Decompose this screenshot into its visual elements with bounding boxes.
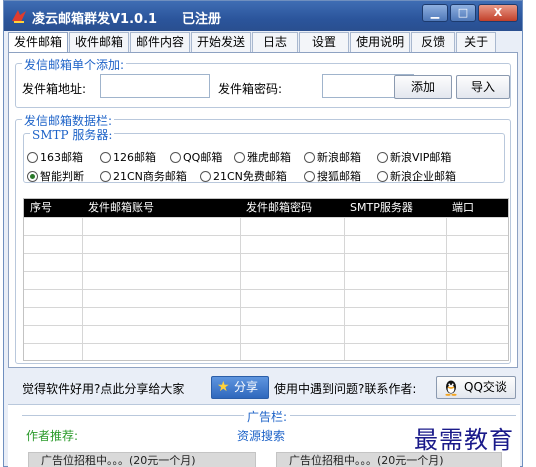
smtp-option-sina-vip[interactable]: 新浪VIP邮箱 <box>377 149 451 165</box>
ad-title: 广告栏: <box>244 408 291 425</box>
radio-button-qq[interactable] <box>170 151 181 163</box>
share-button[interactable]: ★ 分享 <box>211 376 269 399</box>
resource-search-link[interactable]: 资源搜索 <box>237 427 285 444</box>
qq-penguin-icon <box>445 380 457 396</box>
smtp-option-label: 21CN免费邮箱 <box>213 170 287 183</box>
column-divider <box>240 217 241 360</box>
smtp-option-sina[interactable]: 新浪邮箱 <box>304 149 361 165</box>
smtp-option-label: 雅虎邮箱 <box>247 151 291 164</box>
smtp-option-label: 搜狐邮箱 <box>317 170 361 183</box>
qq-chat-label: QQ交谈 <box>464 380 507 394</box>
contact-author-prompt: 使用中遇到问题?联系作者: <box>274 382 417 396</box>
smtp-option-126[interactable]: 126邮箱 <box>100 149 156 165</box>
radio-button-sina-enterprise[interactable] <box>377 170 388 182</box>
column-header-port[interactable]: 端口 <box>446 199 508 217</box>
single-add-legend: 发信邮箱单个添加: <box>22 56 127 73</box>
app-title: 凌云邮箱群发V1.0.1 <box>32 12 158 27</box>
tab-feedback[interactable]: 反馈 <box>411 32 456 52</box>
tab-log[interactable]: 日志 <box>252 32 299 52</box>
tab-bar: 发件邮箱 收件邮箱 邮件内容 开始发送 日志 设置 使用说明 反馈 关于 <box>8 32 497 53</box>
tab-recipient-mailbox[interactable]: 收件邮箱 <box>69 32 130 52</box>
smtp-option-21cn-free[interactable]: 21CN免费邮箱 <box>200 168 287 184</box>
tab-settings[interactable]: 设置 <box>299 32 350 52</box>
column-divider <box>82 217 83 360</box>
smtp-option-163[interactable]: 163邮箱 <box>27 149 83 165</box>
tab-about[interactable]: 关于 <box>456 32 497 52</box>
qq-chat-button[interactable]: QQ交谈 <box>436 376 516 399</box>
title-bar[interactable]: 凌云邮箱群发V1.0.1 已注册 ▁ □ X <box>4 1 522 31</box>
radio-button-auto-detect[interactable] <box>27 170 38 182</box>
column-divider <box>446 217 447 360</box>
app-window: 凌云邮箱群发V1.0.1 已注册 ▁ □ X 发件邮箱 收件邮箱 邮件内容 开始… <box>3 0 523 467</box>
sender-address-label: 发件箱地址: <box>22 82 87 96</box>
smtp-option-label: 新浪VIP邮箱 <box>390 151 452 164</box>
radio-button-21cn-free[interactable] <box>200 170 211 182</box>
close-button[interactable]: X <box>478 4 518 22</box>
radio-button-163[interactable] <box>27 151 38 163</box>
smtp-option-label: 智能判断 <box>40 170 84 183</box>
sender-mailbox-table[interactable]: 序号 发件邮箱账号 发件邮箱密码 SMTP服务器 端口 <box>23 198 509 361</box>
column-header-password[interactable]: 发件邮箱密码 <box>240 199 344 217</box>
smtp-option-sina-enterprise[interactable]: 新浪企业邮箱 <box>377 168 456 184</box>
sender-password-label: 发件箱密码: <box>218 82 283 96</box>
maximize-button[interactable]: □ <box>450 4 476 22</box>
smtp-server-legend: SMTP 服务器: <box>30 126 115 143</box>
tab-sender-mailbox[interactable]: 发件邮箱 <box>8 32 69 53</box>
ad-slot[interactable]: 广告位招租中。。。(20元一个月) <box>28 452 256 467</box>
tab-content-panel: 发信邮箱单个添加: 发件箱地址: 发件箱密码: 添加 导入 发信邮箱数据栏: S… <box>8 52 518 368</box>
sender-address-input[interactable] <box>100 74 210 98</box>
smtp-option-label: 新浪企业邮箱 <box>390 170 456 183</box>
tab-mail-content[interactable]: 邮件内容 <box>130 32 191 52</box>
radio-button-sina[interactable] <box>304 151 315 163</box>
share-button-label: 分享 <box>234 380 259 394</box>
star-icon: ★ <box>217 379 230 395</box>
column-header-smtp[interactable]: SMTP服务器 <box>344 199 446 217</box>
smtp-option-label: 126邮箱 <box>113 151 156 164</box>
radio-button-sohu[interactable] <box>304 170 315 182</box>
add-button[interactable]: 添加 <box>394 75 452 99</box>
radio-button-21cn-business[interactable] <box>100 170 111 182</box>
tab-instructions[interactable]: 使用说明 <box>350 32 411 52</box>
radio-button-sina-vip[interactable] <box>377 151 388 163</box>
radio-button-126[interactable] <box>100 151 111 163</box>
watermark-text: 最需教育 <box>414 426 514 454</box>
smtp-option-label: QQ邮箱 <box>183 151 223 164</box>
app-logo-icon <box>12 10 26 23</box>
radio-button-yahoo[interactable] <box>234 151 245 163</box>
smtp-option-qq[interactable]: QQ邮箱 <box>170 149 222 165</box>
smtp-option-label: 21CN商务邮箱 <box>113 170 187 183</box>
share-prompt: 觉得软件好用?点此分享给大家 <box>22 382 185 396</box>
smtp-option-auto-detect[interactable]: 智能判断 <box>27 168 84 184</box>
column-divider <box>344 217 345 360</box>
table-body[interactable] <box>24 217 508 360</box>
smtp-option-label: 新浪邮箱 <box>317 151 361 164</box>
import-button[interactable]: 导入 <box>456 75 510 99</box>
column-header-account[interactable]: 发件邮箱账号 <box>82 199 240 217</box>
smtp-option-label: 163邮箱 <box>40 151 83 164</box>
share-row: 觉得软件好用?点此分享给大家 ★ 分享 使用中遇到问题?联系作者: QQ交谈 <box>8 373 518 401</box>
smtp-option-yahoo[interactable]: 雅虎邮箱 <box>234 149 291 165</box>
registration-status: 已注册 <box>182 12 222 27</box>
smtp-option-sohu[interactable]: 搜狐邮箱 <box>304 168 361 184</box>
smtp-option-21cn-business[interactable]: 21CN商务邮箱 <box>100 168 187 184</box>
author-recommendation-link[interactable]: 作者推荐: <box>26 427 78 444</box>
single-add-group: 发信邮箱单个添加: 发件箱地址: 发件箱密码: 添加 导入 <box>15 56 511 108</box>
table-header: 序号 发件邮箱账号 发件邮箱密码 SMTP服务器 端口 <box>24 199 508 217</box>
tab-start-sending[interactable]: 开始发送 <box>191 32 252 52</box>
minimize-button[interactable]: ▁ <box>422 4 448 22</box>
column-header-index[interactable]: 序号 <box>24 199 82 217</box>
